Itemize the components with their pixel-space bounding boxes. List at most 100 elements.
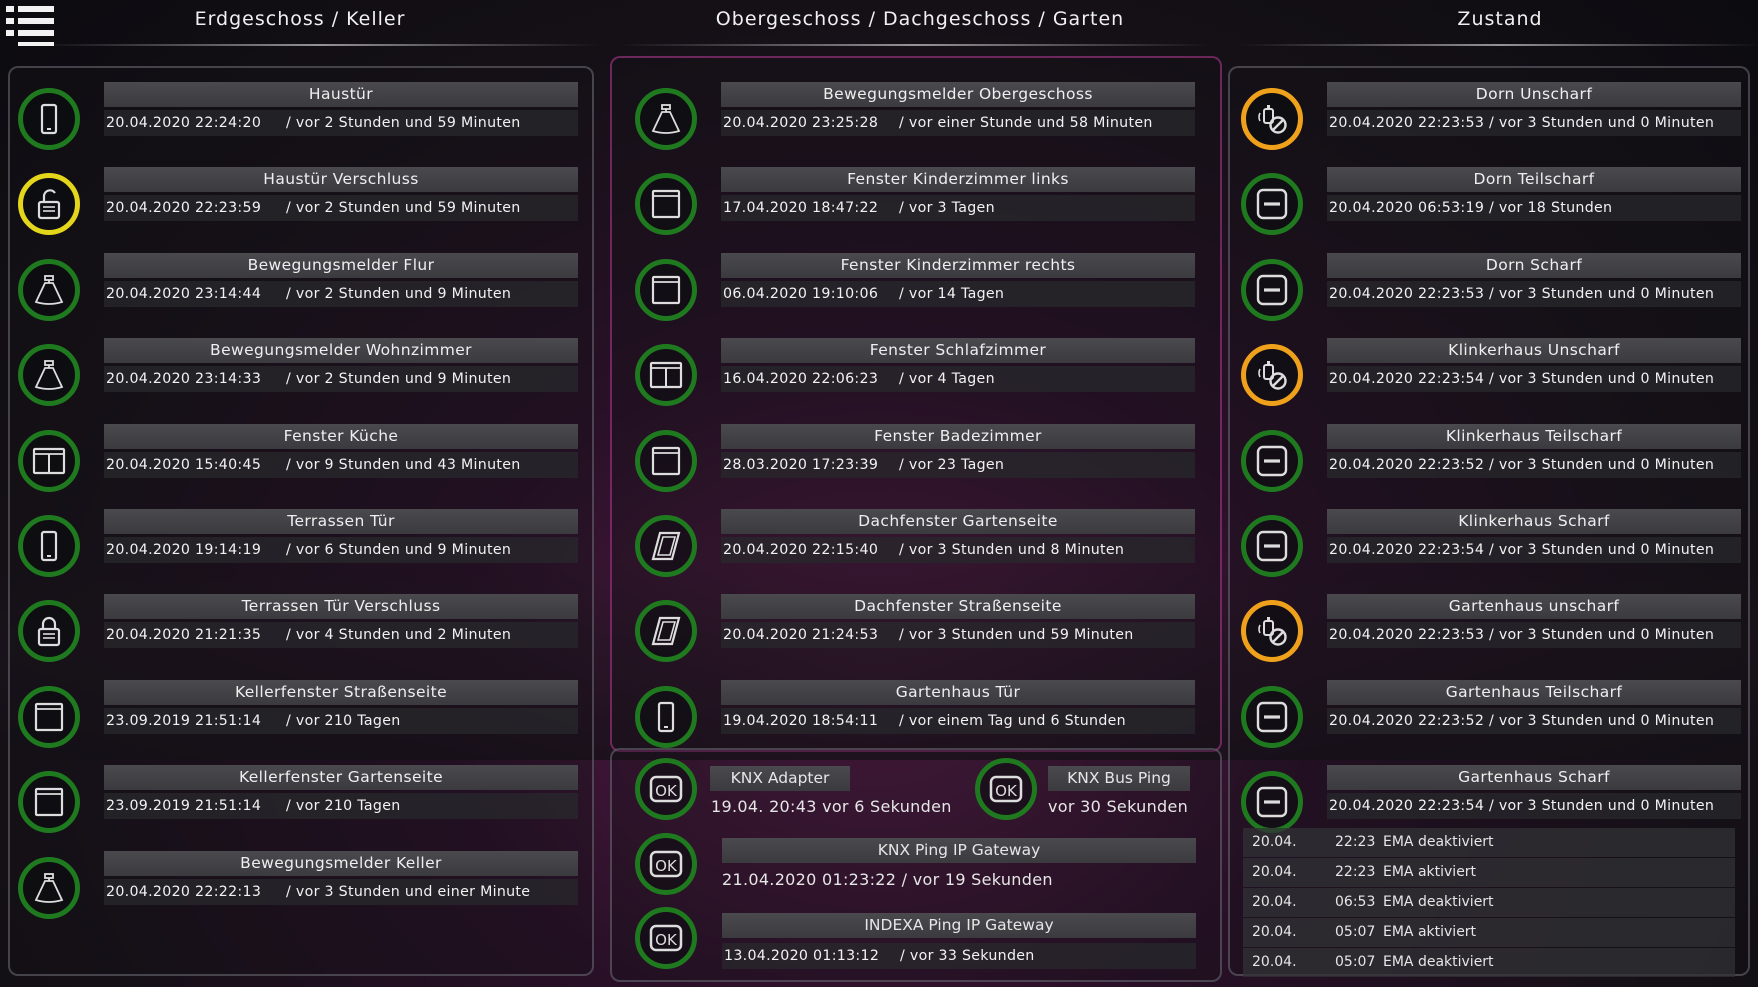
knx-ping-ip-label: KNX Ping IP Gateway <box>722 838 1196 863</box>
sensor-timestamp: 20.04.2020 22:23:54 / vor 3 Stunden und … <box>1327 537 1741 563</box>
sensor-row: Bewegungsmelder Obergeschoss 20.04.2020 2… <box>635 82 1195 167</box>
timestamp-text: 23.09.2019 21:51:14 <box>106 712 262 729</box>
timestamp-text: 20.04.2020 22:23:54 / vor 3 Stunden und … <box>1329 798 1715 815</box>
sensor-timestamp: 20.04.2020 22:23:53 / vor 3 Stunden und … <box>1327 280 1741 307</box>
alarm-disabled-icon <box>1241 600 1303 663</box>
relative-time-text: / vor einer Stunde und 58 Minuten <box>899 115 1153 131</box>
timestamp-text: 20.04.2020 22:24:20 <box>106 115 262 131</box>
log-time: 22:23 <box>1335 834 1376 850</box>
alarm-disabled-icon <box>1241 88 1303 150</box>
log-text: EMA deaktiviert <box>1383 894 1494 910</box>
sensor-timestamp: 20.04.2020 15:40:45 / vor 9 Stunden und 4… <box>104 451 578 478</box>
sensor-label: Terrassen Tür Verschluss <box>104 594 578 620</box>
log-row: 20.04. 22:23 EMA deaktiviert <box>1243 828 1735 857</box>
sensor-label: Fenster Kinderzimmer rechts <box>721 252 1195 278</box>
unlocked-icon <box>18 173 80 236</box>
minus-icon <box>1241 771 1303 834</box>
timestamp-text: 28.03.2020 17:23:39 <box>723 456 879 473</box>
log-time: 05:07 <box>1335 924 1376 940</box>
door-icon <box>18 88 80 150</box>
relative-time-text: / vor 4 Tagen <box>899 371 995 388</box>
knx-ping-ip-info: 21.04.2020 01:23:22 / vor 19 Sekunden <box>722 870 1053 889</box>
sensor-row: Dachfenster Gartenseite 20.04.2020 22:15:… <box>635 509 1195 594</box>
minus-icon <box>1241 515 1303 577</box>
sensor-row: Terrassen Tür Verschluss 20.04.2020 21:21… <box>18 594 578 679</box>
sensor-row: Fenster Küche 20.04.2020 15:40:45 / vor 9 … <box>18 423 578 509</box>
alarm-disabled-icon <box>1241 344 1303 407</box>
sensor-timestamp: 20.04.2020 22:23:59 / vor 2 Stunden und 5… <box>104 195 578 222</box>
hamburger-menu-icon[interactable] <box>6 6 54 46</box>
relative-time-text: / vor 2 Stunden und 9 Minuten <box>286 285 512 302</box>
window-icon <box>635 258 697 321</box>
door-icon <box>18 515 80 577</box>
sensor-label: Bewegungsmelder Keller <box>104 850 578 876</box>
sensor-row: Gartenhaus Tür 19.04.2020 18:54:11 / vor e… <box>635 679 1195 765</box>
sensor-timestamp: 20.04.2020 22:15:40 / vor 3 Stunden und 8… <box>721 537 1195 563</box>
sensor-timestamp: 20.04.2020 22:22:13 / vor 3 Stunden und e… <box>104 878 578 905</box>
window-icon <box>635 429 697 492</box>
sensor-label: Dachfenster Straßenseite <box>721 594 1195 620</box>
log-text: EMA aktiviert <box>1383 924 1477 940</box>
middle-title-divider <box>620 44 1210 46</box>
timestamp-text: 20.04.2020 21:21:35 <box>106 627 262 644</box>
sensor-label: Fenster Küche <box>104 423 578 449</box>
svg-text:OK: OK <box>655 857 678 875</box>
sensor-timestamp: 20.04.2020 23:14:33 / vor 2 Stunden und 9… <box>104 366 578 393</box>
sensor-label: Terrassen Tür <box>104 509 578 534</box>
sensor-timestamp: 20.04.2020 22:23:52 / vor 3 Stunden und … <box>1327 451 1741 478</box>
sensor-label: Fenster Kinderzimmer links <box>721 167 1195 193</box>
sensor-timestamp: 23.09.2019 21:51:14 / vor 210 Tagen <box>104 793 578 820</box>
knx-adapter-info: 19.04. 20:43 vor 6 Sekunden <box>711 797 952 816</box>
knx-bus-ping-label: KNX Bus Ping <box>1048 766 1190 791</box>
sensor-label: Fenster Badezimmer <box>721 423 1195 449</box>
sensor-row: Bewegungsmelder Wohnzimmer 20.04.2020 23:… <box>18 338 578 423</box>
minus-icon <box>1241 429 1303 492</box>
sensor-label: Klinkerhaus Unscharf <box>1327 338 1741 364</box>
sensor-label: Dachfenster Gartenseite <box>721 509 1195 534</box>
timestamp-text: 20.04.2020 06:53:19 / vor 18 Stunden <box>1329 200 1613 217</box>
window-icon <box>18 771 80 834</box>
log-date: 20.04. <box>1252 894 1297 910</box>
sensor-row: Dorn Teilscharf 20.04.2020 06:53:19 / vor… <box>1241 167 1741 252</box>
motion-sensor-icon <box>18 856 80 919</box>
sensor-label: Haustür <box>104 82 578 107</box>
right-column-title: Zustand <box>1457 8 1543 30</box>
minus-icon <box>1241 173 1303 236</box>
left-column-title: Erdgeschoss / Keller <box>194 8 406 30</box>
sensor-row: Bewegungsmelder Flur 20.04.2020 23:14:44 /… <box>18 252 578 338</box>
sensor-label: Fenster Schlafzimmer <box>721 338 1195 364</box>
minus-icon <box>1241 258 1303 321</box>
sensor-row: Klinkerhaus Unscharf 20.04.2020 22:23:54 … <box>1241 338 1741 423</box>
sensor-label: Dorn Unscharf <box>1327 82 1741 107</box>
relative-time-text: / vor 3 Stunden und 59 Minuten <box>899 627 1134 644</box>
indexa-ping-ip-label: INDEXA Ping IP Gateway <box>722 913 1196 938</box>
motion-sensor-icon <box>18 258 80 321</box>
sensor-row: Gartenhaus Teilscharf 20.04.2020 22:23:52… <box>1241 679 1741 765</box>
log-time: 22:23 <box>1335 864 1376 880</box>
double-window-icon <box>18 429 80 492</box>
sensor-row: Fenster Schlafzimmer 16.04.2020 22:06:23 /… <box>635 338 1195 423</box>
sensor-timestamp: 20.04.2020 21:21:35 / vor 4 Stunden und 2… <box>104 622 578 649</box>
log-date: 20.04. <box>1252 954 1297 970</box>
sensor-label: Bewegungsmelder Wohnzimmer <box>104 338 578 364</box>
sensor-timestamp: 20.04.2020 22:23:53 / vor 3 Stunden und … <box>1327 110 1741 136</box>
motion-sensor-icon <box>635 88 697 150</box>
knx-adapter-label: KNX Adapter <box>710 766 850 791</box>
relative-time-text: / vor 2 Stunden und 59 Minuten <box>286 200 521 217</box>
timestamp-text: 19.04.2020 18:54:11 <box>723 712 879 729</box>
relative-time-text: / vor 3 Tagen <box>899 200 995 217</box>
sensor-row: Dorn Scharf 20.04.2020 22:23:53 / vor 3 S… <box>1241 252 1741 338</box>
ok-icon: OK <box>635 833 697 895</box>
timestamp-text: 20.04.2020 22:23:52 / vor 3 Stunden und … <box>1329 456 1715 473</box>
sensor-timestamp: 20.04.2020 19:14:19 / vor 6 Stunden und 9… <box>104 537 578 563</box>
log-row: 20.04. 05:07 EMA deaktiviert <box>1243 948 1735 977</box>
sensor-row: Fenster Kinderzimmer rechts 06.04.2020 19… <box>635 252 1195 338</box>
sensor-row: Kellerfenster Straßenseite 23.09.2019 21:… <box>18 679 578 765</box>
timestamp-text: 17.04.2020 18:47:22 <box>723 200 879 217</box>
relative-time-text: / vor 210 Tagen <box>286 712 401 729</box>
sensor-row: Fenster Kinderzimmer links 17.04.2020 18:… <box>635 167 1195 252</box>
sensor-row: Terrassen Tür 20.04.2020 19:14:19 / vor 6 … <box>18 509 578 594</box>
timestamp-text: 20.04.2020 21:24:53 <box>723 627 879 644</box>
sensor-row: Haustür 20.04.2020 22:24:20 / vor 2 Stunde… <box>18 82 578 167</box>
relative-time-text: / vor einem Tag und 6 Stunden <box>899 712 1126 729</box>
